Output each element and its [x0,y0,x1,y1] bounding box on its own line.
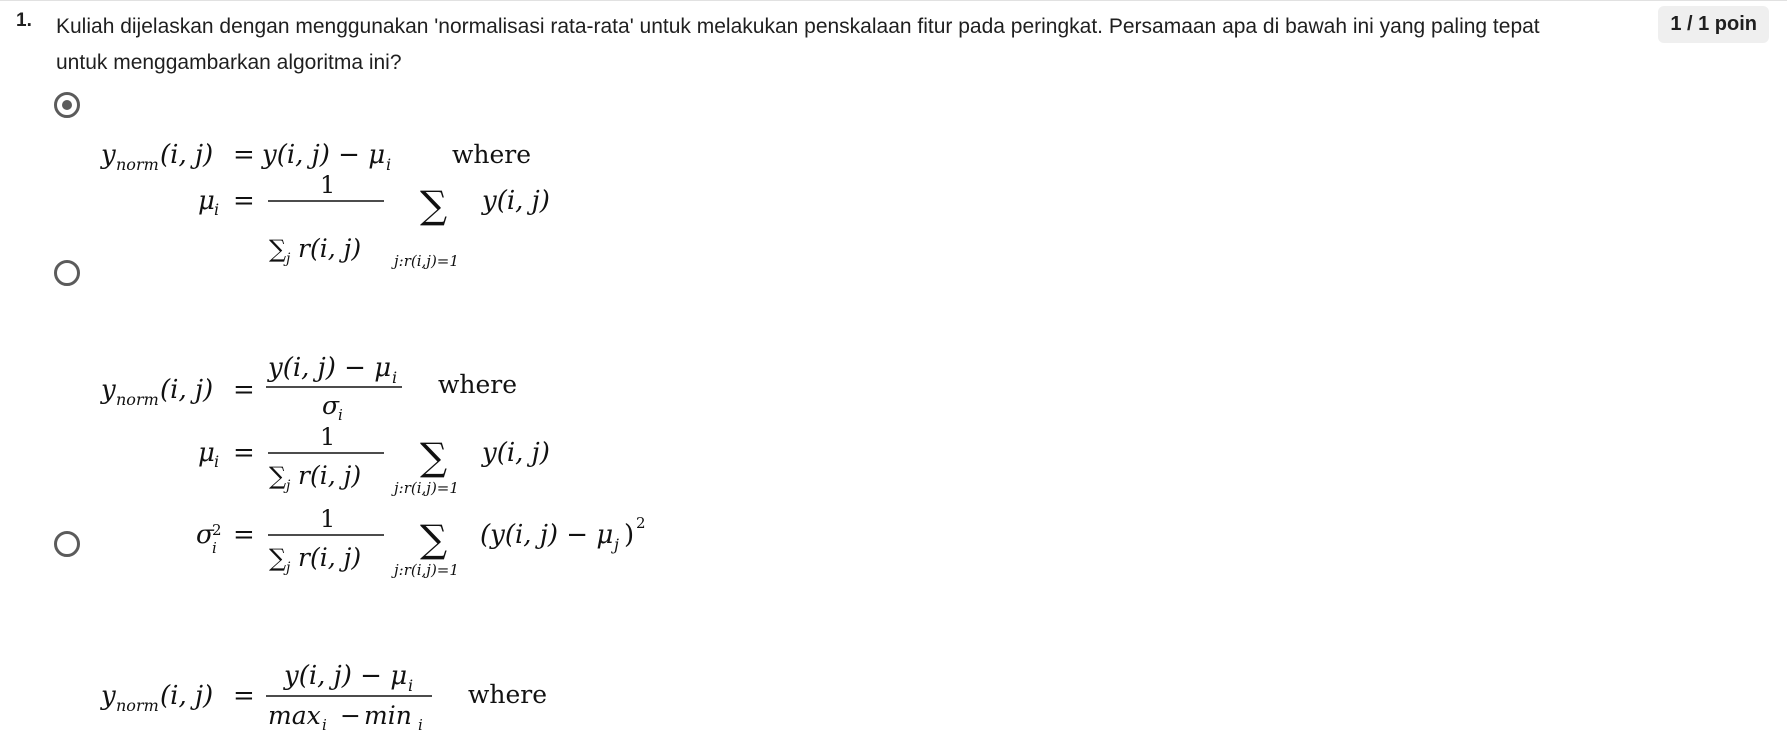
y-minus-mu: y(i, j) − μ [261,140,385,170]
ynorm-sub: norm [116,390,159,409]
equals: = [233,681,255,711]
sum-range: j:r(i,j)=1 [391,561,459,579]
sq-open: (y(i, j) − μ [480,520,613,550]
ynorm-y: y [100,375,116,405]
equals: = [233,140,255,170]
math-formulas: y norm (i, j) = y(i, j) − μ i where μ i … [100,140,646,733]
sq-close: ) [624,520,634,550]
option-1-formula: y norm (i, j) = y(i, j) − μ i where μ i … [100,140,550,270]
sub-i: i [212,539,217,557]
sub-i: i [214,452,219,471]
equals: = [233,375,255,405]
r-ij: r(i, j) [298,234,361,263]
r-ij: r(i, j) [298,461,361,490]
sup-2: 2 [636,514,646,532]
sub-i: i [408,676,413,695]
y-minus-mu: y(i, j) − μ [283,661,407,691]
y-minus-mu: y(i, j) − μ [267,353,391,383]
sum-small: ∑ [269,544,286,572]
mu: μ [198,438,215,468]
equals: = [233,186,255,216]
ynorm-y: y [100,681,116,711]
sub-i: i [322,716,327,733]
max: max [268,701,321,730]
sum-small: ∑ [269,462,286,490]
ynorm-y: y [100,140,116,170]
option-2-formula: y norm (i, j) = y(i, j) − μ i σ i where … [100,353,646,579]
sub-i: i [214,200,219,219]
ynorm-sub: norm [116,696,159,715]
equals: = [233,438,255,468]
ynorm-sub: norm [116,155,159,174]
ij-args: (i, j) [160,681,213,711]
sub-i: i [418,716,423,733]
where-label: where [468,680,547,709]
equals: = [233,520,255,550]
sum-big: ∑ [420,435,447,479]
ij-args: (i, j) [160,375,213,405]
sup-2: 2 [212,521,222,539]
where-label: where [438,370,517,399]
option-3-formula: y norm (i, j) = y(i, j) − μ i max i − mi… [100,661,547,733]
sum-range: j:r(i,j)=1 [391,479,459,497]
y-ij: y(i, j) [481,438,550,468]
sum-big: ∑ [420,183,447,227]
ij-args: (i, j) [160,140,213,170]
where-label: where [452,140,531,169]
sub-i: i [386,155,391,174]
minus: − [340,701,361,730]
sum-range: j:r(i,j)=1 [391,252,459,270]
one: 1 [320,423,335,451]
mu: μ [198,186,215,216]
sub-i: i [392,368,397,387]
sum-big: ∑ [420,517,447,561]
one: 1 [320,505,335,533]
r-ij: r(i, j) [298,543,361,572]
sum-small: ∑ [269,235,286,263]
sub-i: i [338,406,343,424]
one: 1 [320,171,335,199]
y-ij: y(i, j) [481,186,550,216]
min: min [364,701,412,730]
